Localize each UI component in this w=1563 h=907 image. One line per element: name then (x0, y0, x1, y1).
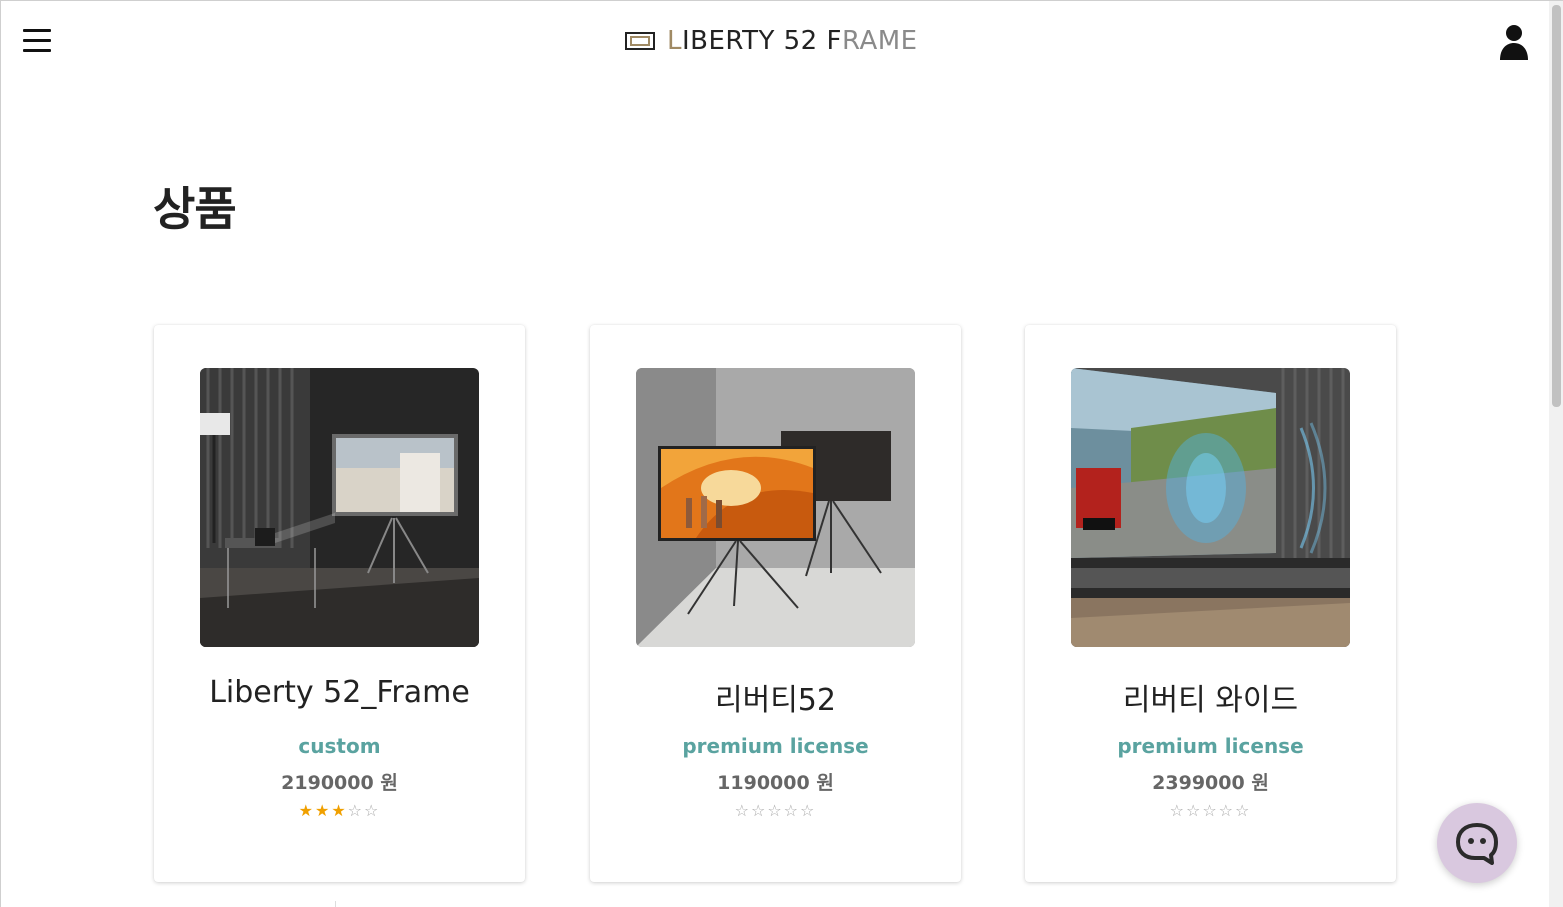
star-empty-icon: ☆ (364, 801, 381, 820)
hamburger-menu-button[interactable] (23, 29, 51, 53)
product-rating: ☆☆☆☆☆ (1025, 801, 1396, 820)
brand-logo[interactable]: LIBERTY 52 FRAME (625, 23, 918, 59)
page-title: 상품 (153, 182, 237, 236)
brand-name-part-2: IBERTY 52 F (682, 26, 842, 56)
star-empty-icon: ☆ (1185, 801, 1203, 820)
product-card[interactable]: 리버티52 premium license 1190000 원 ☆☆☆☆☆ (590, 325, 961, 882)
product-license-tag: premium license (682, 734, 869, 758)
product-license-tag: premium license (1117, 734, 1304, 758)
star-empty-icon: ☆ (734, 801, 751, 820)
star-empty-icon: ☆ (800, 801, 817, 820)
product-card[interactable]: 리버티 와이드 premium license 2399000 원 ☆☆☆☆☆ (1025, 325, 1396, 882)
star-empty-icon: ☆ (767, 801, 784, 820)
product-name[interactable]: Liberty 52_Frame (154, 675, 525, 710)
brand-name-part-3: RAME (841, 26, 918, 56)
product-price: 1190000 원 (717, 772, 834, 794)
scrollbar-thumb[interactable] (1552, 5, 1561, 407)
brand-name-part-1: L (667, 26, 682, 56)
product-license-tag: custom (298, 734, 381, 758)
brand-name: LIBERTY 52 FRAME (667, 26, 918, 56)
star-empty-icon: ☆ (1235, 801, 1252, 820)
product-card[interactable]: Liberty 52_Frame custom 2190000 원 ★★★☆☆ (154, 325, 525, 882)
product-image[interactable] (200, 368, 479, 647)
product-name[interactable]: 리버티 와이드 (1025, 675, 1396, 719)
product-price: 2190000 원 (281, 772, 398, 794)
star-filled-icon: ★ (331, 801, 348, 820)
star-filled-icon: ★ (298, 801, 315, 820)
product-grid: Liberty 52_Frame custom 2190000 원 ★★★☆☆ (154, 325, 1397, 882)
star-filled-icon: ★ (314, 801, 332, 820)
star-empty-icon: ☆ (783, 801, 801, 820)
next-row-hint (1, 901, 336, 907)
chat-button[interactable] (1437, 803, 1517, 883)
product-rating: ★★★☆☆ (154, 801, 525, 820)
product-image[interactable] (636, 368, 915, 647)
star-empty-icon: ☆ (347, 801, 365, 820)
product-image[interactable] (1071, 368, 1350, 647)
star-empty-icon: ☆ (750, 801, 768, 820)
star-empty-icon: ☆ (1202, 801, 1219, 820)
chat-bubble-icon (1456, 823, 1498, 865)
user-icon (1500, 25, 1528, 60)
frame-logo-icon (625, 32, 655, 50)
star-empty-icon: ☆ (1218, 801, 1236, 820)
top-header: LIBERTY 52 FRAME (1, 1, 1549, 81)
product-rating: ☆☆☆☆☆ (590, 801, 961, 820)
user-account-button[interactable] (1498, 23, 1530, 61)
vertical-scrollbar[interactable] (1549, 1, 1563, 907)
star-empty-icon: ☆ (1169, 801, 1186, 820)
hamburger-menu-icon (23, 29, 51, 32)
product-name[interactable]: 리버티52 (590, 675, 961, 719)
product-price: 2399000 원 (1152, 772, 1269, 794)
